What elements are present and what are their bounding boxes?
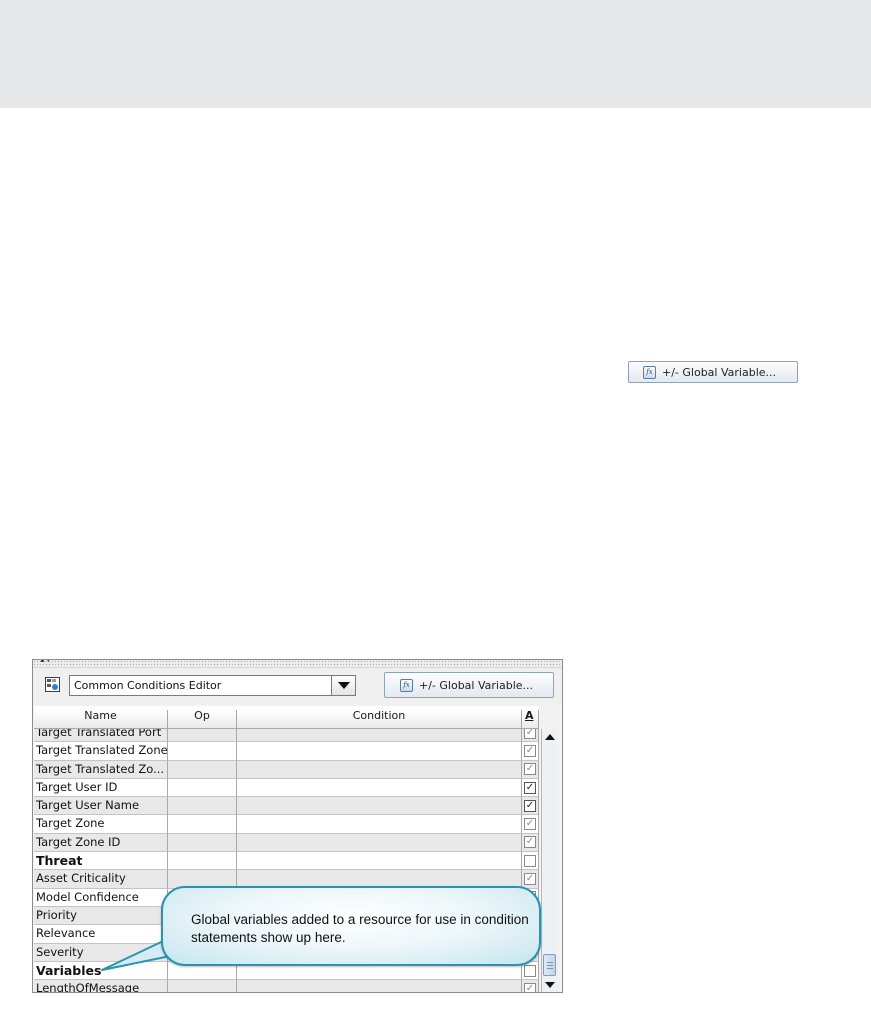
column-header-action[interactable]: A — [522, 710, 539, 729]
row-op-cell[interactable] — [168, 833, 237, 853]
row-name-cell: Target Zone — [34, 815, 168, 834]
splitter-handle[interactable]: ▲▼ — [33, 660, 562, 668]
split-arrows-icon[interactable]: ▲▼ — [39, 660, 52, 664]
row-name-cell: Asset Criticality — [34, 870, 168, 889]
row-op-cell[interactable] — [168, 797, 237, 816]
row-name-cell: Target Zone ID — [34, 833, 168, 853]
chevron-down-icon — [337, 682, 350, 689]
column-header-name[interactable]: Name — [34, 710, 168, 729]
row-action-cell: ✓ — [522, 760, 539, 779]
row-checkbox[interactable]: ✓ — [524, 763, 536, 776]
row-action-cell: ✓ — [522, 742, 539, 761]
row-action-cell: ✓ — [522, 870, 539, 889]
row-action-cell: ✓ — [522, 833, 539, 853]
row-checkbox[interactable] — [524, 964, 536, 977]
fx-function-icon: fx — [400, 678, 413, 692]
editor-type-label: Common Conditions Editor — [74, 679, 222, 692]
scroll-up-icon[interactable] — [545, 734, 555, 740]
row-condition-cell[interactable] — [237, 852, 522, 871]
row-action-cell: ✓ — [522, 797, 539, 816]
column-header-op[interactable]: Op — [168, 710, 237, 729]
row-action-cell: ✓ — [522, 980, 539, 992]
callout-text: Global variables added to a resource for… — [191, 912, 529, 945]
row-checkbox[interactable]: ✓ — [524, 781, 536, 794]
vertical-scrollbar[interactable] — [541, 729, 558, 992]
row-op-cell[interactable] — [168, 742, 237, 761]
row-action-cell — [522, 852, 539, 871]
row-checkbox[interactable]: ✓ — [524, 873, 536, 886]
table-header: Name Op Condition A — [34, 710, 539, 729]
row-op-cell[interactable] — [168, 980, 237, 992]
row-condition-cell[interactable] — [237, 742, 522, 761]
row-name-cell: Target Translated Zo... — [34, 760, 168, 779]
table-row[interactable]: Target User Name ✓ — [34, 797, 539, 816]
row-condition-cell[interactable] — [237, 833, 522, 853]
row-name-cell: Target User Name — [34, 797, 168, 816]
row-op-cell[interactable] — [168, 852, 237, 871]
callout-bubble: Global variables added to a resource for… — [161, 886, 541, 966]
fx-function-icon: fx — [643, 365, 656, 379]
table-row[interactable]: LengthOfMessage ✓ — [34, 980, 539, 992]
table-row[interactable]: Target Zone ✓ — [34, 815, 539, 834]
row-op-cell[interactable] — [168, 778, 237, 798]
scroll-down-icon[interactable] — [545, 982, 555, 988]
dropdown-button[interactable] — [331, 676, 355, 695]
row-condition-cell[interactable] — [237, 797, 522, 816]
row-action-cell: ✓ — [522, 778, 539, 798]
row-name-cell: Model Confidence — [34, 888, 168, 907]
table-row[interactable]: Threat — [34, 852, 539, 871]
row-name-cell: Target User ID — [34, 778, 168, 798]
row-action-cell: ✓ — [522, 815, 539, 834]
editor-global-variable-label: +/- Global Variable... — [419, 678, 534, 692]
row-condition-cell[interactable] — [237, 815, 522, 834]
conditions-editor-icon — [45, 677, 60, 692]
editor-type-select[interactable]: Common Conditions Editor — [69, 675, 356, 696]
row-condition-cell[interactable] — [237, 778, 522, 798]
row-name-cell: Threat — [34, 852, 168, 871]
row-op-cell[interactable] — [168, 815, 237, 834]
column-header-condition[interactable]: Condition — [237, 710, 522, 729]
table-row[interactable]: Target User ID ✓ — [34, 778, 539, 798]
scroll-thumb[interactable] — [543, 954, 556, 976]
row-checkbox[interactable] — [524, 854, 536, 867]
row-checkbox[interactable]: ✓ — [524, 836, 536, 849]
global-variable-button-label: +/- Global Variable... — [662, 365, 777, 379]
row-condition-cell[interactable] — [237, 980, 522, 992]
row-name-cell: Priority — [34, 906, 168, 926]
editor-global-variable-button[interactable]: fx +/- Global Variable... — [384, 672, 554, 698]
row-checkbox[interactable]: ✓ — [524, 744, 536, 757]
row-op-cell[interactable] — [168, 760, 237, 779]
editor-toolbar: Common Conditions Editor fx +/- Global V… — [33, 668, 562, 705]
table-row[interactable]: Target Translated Zo... ✓ — [34, 760, 539, 779]
row-condition-cell[interactable] — [237, 760, 522, 779]
table-row[interactable]: Target Translated Zone ✓ — [34, 742, 539, 761]
table-row[interactable]: Target Zone ID ✓ — [34, 833, 539, 853]
global-variable-button[interactable]: fx +/- Global Variable... — [628, 361, 798, 383]
row-name-cell: LengthOfMessage — [34, 980, 168, 992]
top-band — [0, 0, 871, 108]
row-checkbox[interactable]: ✓ — [524, 799, 536, 812]
row-checkbox[interactable]: ✓ — [524, 818, 536, 831]
row-checkbox[interactable]: ✓ — [524, 982, 536, 992]
row-name-cell: Target Translated Zone — [34, 742, 168, 761]
